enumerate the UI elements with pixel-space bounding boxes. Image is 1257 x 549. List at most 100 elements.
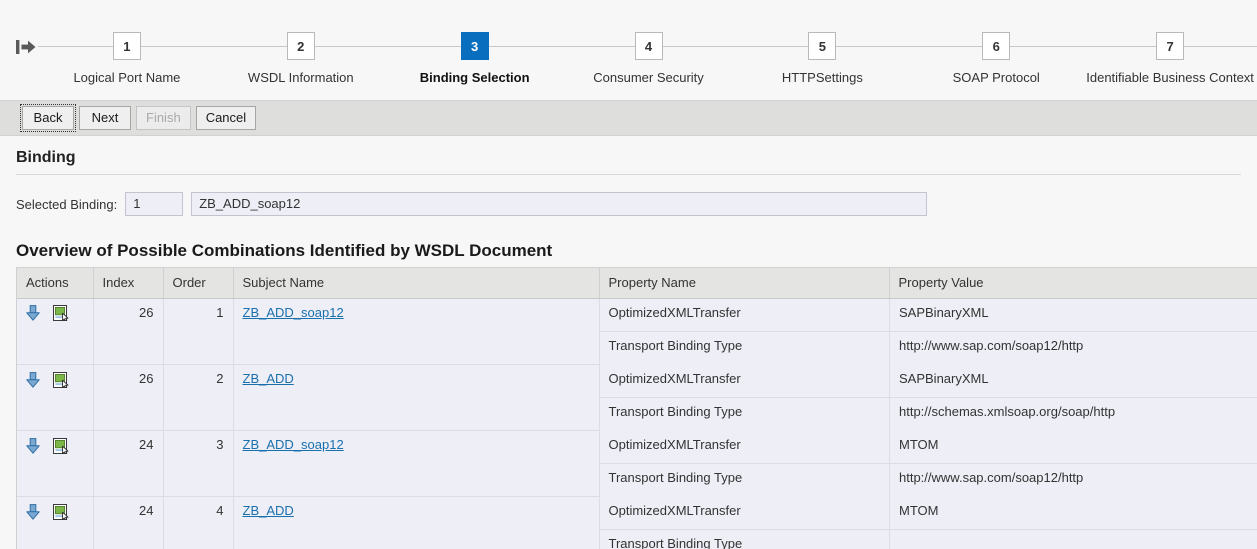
overview-title: Overview of Possible Combinations Identi… bbox=[16, 241, 553, 260]
property-subtable: OptimizedXMLTransfer MTOM Transport Bindin… bbox=[599, 430, 1257, 497]
row-index-cell: 24 bbox=[93, 430, 164, 497]
property-value-cell: MTOM bbox=[889, 496, 1257, 530]
column-header-subject-name[interactable]: Subject Name bbox=[233, 268, 600, 299]
wizard-roadmap: 1 Logical Port Name 2 WSDL Information 3… bbox=[0, 0, 1257, 100]
table-body: 26 1 ZB_ADD_soap12 OptimizedXMLTransfer SAPB… bbox=[17, 298, 1257, 549]
property-name-cell: Transport Binding Type bbox=[599, 397, 890, 431]
roadmap-step-6[interactable]: 6 SOAP Protocol bbox=[909, 0, 1083, 100]
go-to-start-icon[interactable] bbox=[14, 36, 38, 58]
roadmap-step-7-label: Identifiable Business Context bbox=[1086, 70, 1254, 85]
roadmap-step-6-number: 6 bbox=[982, 32, 1011, 60]
property-name-cell: OptimizedXMLTransfer bbox=[599, 430, 890, 464]
selected-binding-index-field[interactable]: 1 bbox=[125, 192, 184, 216]
next-button[interactable]: Next bbox=[79, 106, 131, 130]
table-header-row: Actions Index Order Subject Name Propert… bbox=[17, 268, 1257, 299]
row-actions-cell bbox=[17, 430, 94, 497]
property-value-cell: SAPBinaryXML bbox=[889, 298, 1257, 332]
property-name-cell: OptimizedXMLTransfer bbox=[599, 298, 890, 332]
back-button[interactable]: Back bbox=[20, 104, 76, 132]
row-properties-cell: OptimizedXMLTransfer MTOM Transport Bindin… bbox=[599, 430, 1257, 497]
column-header-index[interactable]: Index bbox=[93, 268, 164, 299]
column-header-order[interactable]: Order bbox=[163, 268, 234, 299]
apply-binding-icon[interactable] bbox=[26, 305, 40, 321]
roadmap-step-3-label: Binding Selection bbox=[419, 70, 530, 85]
property-subtable: OptimizedXMLTransfer SAPBinaryXML Transpor… bbox=[599, 364, 1257, 431]
row-properties-cell: OptimizedXMLTransfer SAPBinaryXML Transpor… bbox=[599, 364, 1257, 431]
table-row[interactable]: 24 3 ZB_ADD_soap12 OptimizedXMLTransfer MTOM… bbox=[17, 430, 1257, 497]
property-row: Transport Binding Type http://www.sap.com… bbox=[599, 463, 1257, 497]
cancel-button[interactable]: Cancel bbox=[195, 106, 257, 130]
property-name-cell: OptimizedXMLTransfer bbox=[599, 364, 890, 398]
roadmap-step-2[interactable]: 2 WSDL Information bbox=[214, 0, 388, 100]
property-row: Transport Binding Type bbox=[599, 529, 1257, 549]
property-row: OptimizedXMLTransfer SAPBinaryXML bbox=[599, 364, 1257, 398]
apply-binding-icon[interactable] bbox=[26, 371, 40, 388]
table-row[interactable]: 24 4 ZB_ADD OptimizedXMLTransfer MTOM Transpo… bbox=[17, 496, 1257, 549]
display-details-icon[interactable] bbox=[52, 437, 70, 454]
roadmap-step-1[interactable]: 1 Logical Port Name bbox=[40, 0, 214, 100]
property-value-cell: MTOM bbox=[889, 430, 1257, 464]
subject-name-link[interactable]: ZB_ADD bbox=[243, 371, 294, 386]
roadmap-step-3[interactable]: 3 Binding Selection bbox=[388, 0, 562, 100]
column-header-property-name[interactable]: Property Name bbox=[599, 268, 890, 299]
row-subject-cell: ZB_ADD_soap12 bbox=[233, 430, 600, 497]
apply-binding-icon[interactable] bbox=[26, 503, 40, 520]
property-value-cell bbox=[889, 529, 1257, 549]
roadmap-step-1-number: 1 bbox=[112, 32, 141, 60]
row-properties-cell: OptimizedXMLTransfer MTOM Transport Bindin… bbox=[599, 496, 1257, 549]
row-actions-cell bbox=[17, 364, 94, 431]
row-index-cell: 26 bbox=[93, 298, 164, 365]
row-subject-cell: ZB_ADD bbox=[233, 496, 600, 549]
roadmap-step-4[interactable]: 4 Consumer Security bbox=[562, 0, 736, 100]
subject-name-link[interactable]: ZB_ADD bbox=[243, 503, 294, 518]
display-details-icon[interactable] bbox=[52, 371, 70, 388]
combinations-table-wrapper: Actions Index Order Subject Name Propert… bbox=[16, 267, 1257, 549]
combinations-table: Actions Index Order Subject Name Propert… bbox=[17, 268, 1257, 549]
roadmap-step-5-number: 5 bbox=[808, 32, 837, 60]
property-row: OptimizedXMLTransfer MTOM bbox=[599, 430, 1257, 464]
row-order-cell: 4 bbox=[163, 496, 234, 549]
row-actions-cell bbox=[17, 298, 94, 365]
display-details-icon[interactable] bbox=[52, 305, 70, 322]
subject-name-link[interactable]: ZB_ADD_soap12 bbox=[243, 305, 344, 320]
column-header-property-value[interactable]: Property Value bbox=[889, 268, 1257, 299]
roadmap-step-2-label: WSDL Information bbox=[247, 70, 354, 85]
subject-name-link[interactable]: ZB_ADD_soap12 bbox=[243, 437, 344, 452]
row-index-cell: 26 bbox=[93, 364, 164, 431]
row-order-cell: 3 bbox=[163, 430, 234, 497]
property-value-cell: http://www.sap.com/soap12/http bbox=[889, 331, 1257, 365]
property-name-cell: Transport Binding Type bbox=[599, 463, 890, 497]
roadmap-step-4-label: Consumer Security bbox=[593, 70, 704, 85]
binding-section: Binding bbox=[0, 136, 1257, 175]
selected-binding-name-field[interactable]: ZB_ADD_soap12 bbox=[191, 192, 928, 216]
property-value-cell: http://schemas.xmlsoap.org/soap/http bbox=[889, 397, 1257, 431]
roadmap-step-2-number: 2 bbox=[286, 32, 315, 60]
property-name-cell: Transport Binding Type bbox=[599, 529, 890, 549]
selected-binding-label: Selected Binding: bbox=[16, 196, 118, 212]
roadmap-step-5-label: HTTPSettings bbox=[781, 70, 863, 85]
property-row: OptimizedXMLTransfer MTOM bbox=[599, 496, 1257, 530]
roadmap-step-7-number: 7 bbox=[1156, 32, 1185, 60]
roadmap-step-7[interactable]: 7 Identifiable Business Context bbox=[1083, 0, 1257, 100]
finish-button: Finish bbox=[136, 106, 191, 130]
table-row[interactable]: 26 2 ZB_ADD OptimizedXMLTransfer SAPBinaryXM… bbox=[17, 364, 1257, 431]
property-row: OptimizedXMLTransfer SAPBinaryXML bbox=[599, 298, 1257, 332]
roadmap-step-5[interactable]: 5 HTTPSettings bbox=[735, 0, 909, 100]
roadmap-step-1-label: Logical Port Name bbox=[73, 70, 181, 85]
row-subject-cell: ZB_ADD bbox=[233, 364, 600, 431]
table-row[interactable]: 26 1 ZB_ADD_soap12 OptimizedXMLTransfer SAPB… bbox=[17, 298, 1257, 365]
roadmap-step-3-number: 3 bbox=[460, 32, 489, 60]
roadmap-step-4-number: 4 bbox=[634, 32, 663, 60]
property-value-cell: SAPBinaryXML bbox=[889, 364, 1257, 398]
column-header-actions[interactable]: Actions bbox=[17, 268, 94, 299]
property-subtable: OptimizedXMLTransfer SAPBinaryXML Transpor… bbox=[599, 298, 1257, 365]
row-order-cell: 1 bbox=[163, 298, 234, 365]
row-subject-cell: ZB_ADD_soap12 bbox=[233, 298, 600, 365]
binding-section-title: Binding bbox=[16, 136, 1241, 175]
apply-binding-icon[interactable] bbox=[26, 437, 40, 454]
wizard-toolbar: Back Next Finish Cancel bbox=[0, 100, 1257, 136]
display-details-icon[interactable] bbox=[52, 503, 70, 520]
row-properties-cell: OptimizedXMLTransfer SAPBinaryXML Transpor… bbox=[599, 298, 1257, 365]
property-row: Transport Binding Type http://schemas.xml… bbox=[599, 397, 1257, 431]
table-header: Actions Index Order Subject Name Propert… bbox=[17, 268, 1257, 299]
